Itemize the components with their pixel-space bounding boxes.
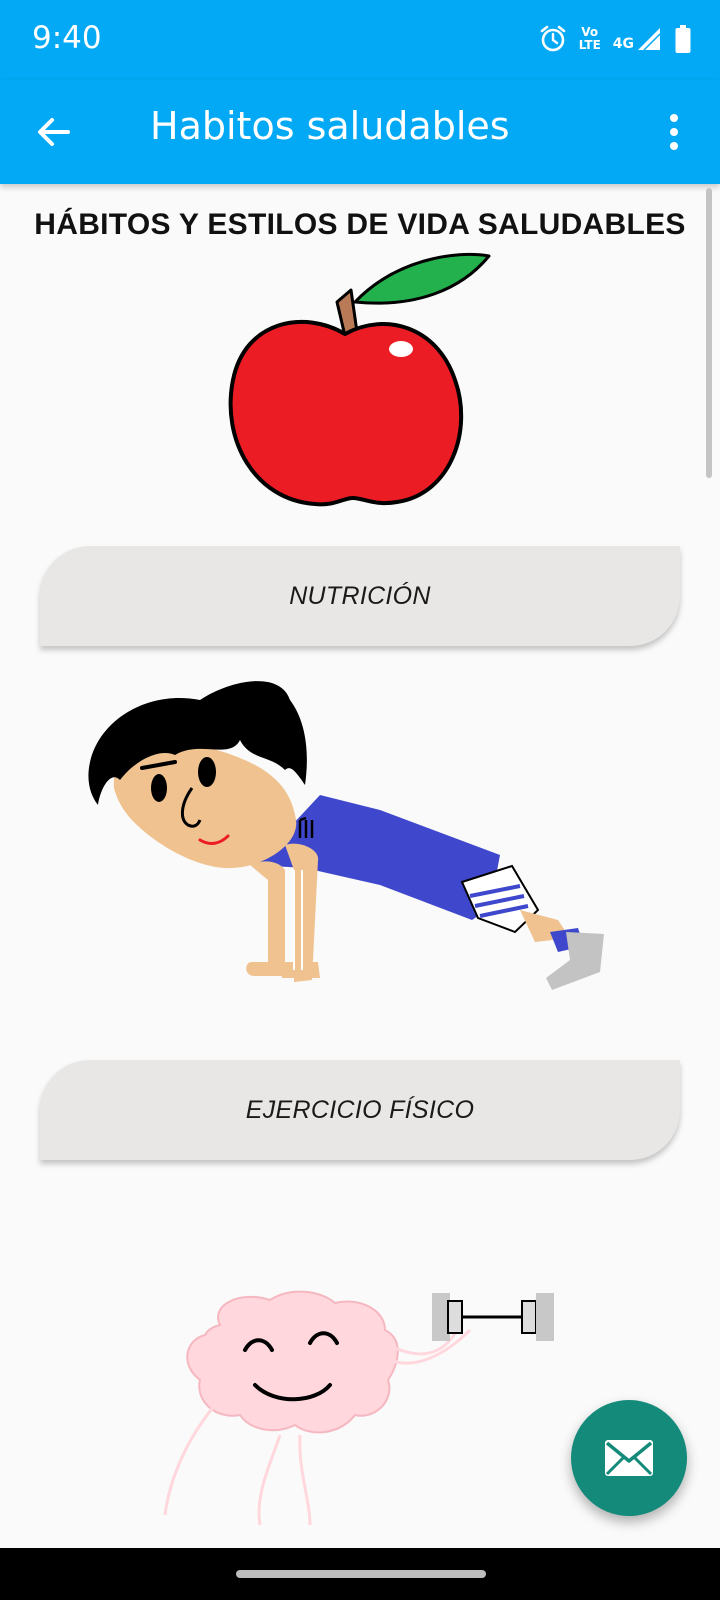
exercise-button[interactable]: EJERCICIO FÍSICO <box>40 1060 680 1160</box>
network-type: 4G <box>612 36 634 52</box>
pushup-boy-illustration <box>88 681 604 990</box>
status-icons: Vo LTE 4G <box>539 22 692 56</box>
nutrition-button[interactable]: NUTRICIÓN <box>40 546 680 646</box>
overflow-menu-button[interactable] <box>654 102 694 162</box>
mail-icon <box>605 1440 653 1476</box>
status-time: 9:40 <box>32 20 102 56</box>
back-button[interactable] <box>24 102 84 162</box>
arrow-back-icon <box>38 118 70 146</box>
app-title: Habitos saludables <box>150 104 510 148</box>
home-gesture-handle[interactable] <box>236 1570 486 1578</box>
brain-dumbbell-illustration <box>163 1290 554 1525</box>
status-bar: 9:40 Vo LTE 4G <box>0 0 720 80</box>
more-vert-icon <box>670 114 678 150</box>
system-nav-bar <box>0 1548 720 1600</box>
alarm-icon <box>539 25 567 53</box>
apple-illustration <box>228 252 491 507</box>
volte-bottom-label: LTE <box>578 38 601 52</box>
volte-icon: Vo LTE <box>579 26 601 52</box>
app-bar: Habitos saludables <box>0 80 720 184</box>
signal-icon: 4G <box>613 26 662 52</box>
page-heading: HÁBITOS Y ESTILOS DE VIDA SALUDABLES <box>34 208 686 241</box>
battery-icon <box>674 24 692 54</box>
mail-fab-button[interactable] <box>571 1400 687 1516</box>
